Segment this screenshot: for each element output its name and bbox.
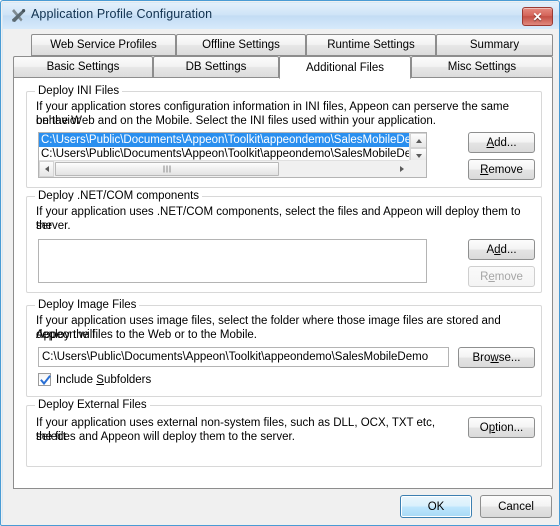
group-title-deploy-net-com: Deploy .NET/COM components	[35, 190, 203, 202]
tab-runtime-settings[interactable]: Runtime Settings	[306, 34, 436, 56]
image-browse-pre: Bro	[472, 351, 491, 364]
dialog-window: Application Profile Configuration ✕ Web …	[0, 0, 560, 526]
tab-strip: Web Service Profiles Offline Settings Ru…	[13, 34, 553, 79]
net-com-list	[39, 240, 426, 282]
scroll-right-button[interactable]	[394, 161, 409, 177]
chevron-left-icon	[44, 166, 49, 172]
tab-db-settings[interactable]: DB Settings	[153, 56, 279, 78]
ini-files-list: C:\Users\Public\Documents\Appeon\Toolkit…	[39, 133, 409, 160]
image-folder-input[interactable]: C:\Users\Public\Documents\Appeon\Toolkit…	[38, 347, 449, 367]
tab-label: Additional Files	[306, 61, 384, 74]
option-rest: tion...	[495, 421, 524, 434]
tools-icon	[10, 8, 27, 25]
chevron-up-icon	[415, 138, 422, 143]
net-remove-label: Remove	[480, 271, 523, 283]
group-title-deploy-external-files: Deploy External Files	[35, 399, 150, 411]
close-button[interactable]: ✕	[522, 7, 553, 26]
tab-summary[interactable]: Summary	[436, 34, 553, 56]
ini-listbox-vertical-scrollbar[interactable]	[409, 133, 426, 163]
horizontal-scroll-thumb[interactable]	[55, 162, 279, 176]
net-com-listbox[interactable]	[38, 239, 427, 283]
tab-label: Offline Settings	[202, 39, 280, 51]
group-title-deploy-image-files: Deploy Image Files	[35, 299, 140, 311]
tab-label: Web Service Profiles	[50, 39, 157, 51]
image-description-line2: deploy the files to the Web or to the Mo…	[36, 329, 257, 341]
include-subfolders-label: Include Subfolders	[56, 374, 151, 386]
tab-label: Misc Settings	[447, 61, 517, 73]
tab-web-service-profiles[interactable]: Web Service Profiles	[31, 34, 176, 56]
scrollbar-corner	[409, 160, 426, 177]
ini-listbox-horizontal-scrollbar[interactable]	[39, 160, 409, 177]
check-pre: Include	[56, 373, 97, 386]
ini-add-label: Add...	[486, 137, 516, 149]
option-pre: O	[479, 421, 489, 434]
check-mnemonic: S	[96, 373, 104, 386]
list-item[interactable]: C:\Users\Public\Documents\Appeon\Toolkit…	[39, 147, 409, 160]
net-description-line2: server.	[36, 220, 71, 232]
checkmark-icon	[40, 375, 51, 386]
group-deploy-net-com: Deploy .NET/COM components If your appli…	[26, 190, 542, 293]
window-title: Application Profile Configuration	[31, 7, 213, 21]
tab-page-additional-files: Deploy INI Files If your application sto…	[13, 77, 553, 489]
ini-add-button[interactable]: Add...	[468, 132, 535, 153]
image-folder-value: C:\Users\Public\Documents\Appeon\Toolkit…	[42, 351, 429, 363]
client-area: Web Service Profiles Offline Settings Ru…	[3, 29, 559, 525]
chevron-down-icon	[415, 153, 422, 158]
external-description-line2: the files and Appeon will deploy them to…	[36, 431, 295, 443]
image-browse-label: Browse...	[473, 352, 521, 364]
cancel-button[interactable]: Cancel	[480, 495, 552, 518]
group-deploy-ini-files: Deploy INI Files If your application sto…	[26, 85, 542, 188]
checkbox-box[interactable]	[38, 373, 51, 386]
scroll-grip-icon	[163, 165, 171, 173]
group-deploy-image-files: Deploy Image Files If your application u…	[26, 299, 542, 397]
external-option-button[interactable]: Option...	[468, 417, 535, 438]
list-item[interactable]: C:\Users\Public\Documents\Appeon\Toolkit…	[39, 133, 409, 147]
ini-remove-label: Remove	[480, 164, 523, 176]
ini-add-rest: dd...	[494, 136, 517, 149]
ok-button[interactable]: OK	[400, 495, 472, 518]
check-rest: ubfolders	[103, 373, 152, 386]
ini-description-line2: on the Web and on the Mobile. Select the…	[36, 115, 436, 127]
tab-label: Basic Settings	[46, 61, 120, 73]
net-remove-button: Remove	[468, 266, 535, 287]
ini-remove-button[interactable]: Remove	[468, 159, 535, 180]
close-icon: ✕	[532, 9, 543, 24]
net-add-label: Add...	[486, 244, 516, 256]
tab-offline-settings[interactable]: Offline Settings	[176, 34, 306, 56]
cancel-label: Cancel	[498, 500, 534, 513]
image-browse-button[interactable]: Browse...	[458, 347, 535, 368]
scroll-up-button[interactable]	[410, 133, 426, 148]
tab-basic-settings[interactable]: Basic Settings	[13, 56, 153, 78]
net-remove-rest: move	[494, 270, 523, 283]
tab-label: Summary	[469, 39, 520, 51]
image-browse-mnemonic: w	[490, 351, 499, 364]
external-option-label: Option...	[480, 422, 524, 434]
image-browse-rest: se...	[498, 351, 521, 364]
tab-label: Runtime Settings	[327, 39, 415, 51]
ini-remove-rest: emove	[488, 163, 523, 176]
net-add-pre: A	[486, 243, 495, 256]
net-add-rest: d...	[500, 243, 517, 256]
include-subfolders-checkbox[interactable]: Include Subfolders	[38, 373, 151, 386]
ini-files-listbox[interactable]: C:\Users\Public\Documents\Appeon\Toolkit…	[38, 132, 427, 178]
scroll-left-button[interactable]	[39, 161, 54, 177]
group-title-deploy-ini-files: Deploy INI Files	[35, 85, 123, 97]
net-add-button[interactable]: Add...	[468, 239, 535, 260]
tab-additional-files[interactable]: Additional Files	[279, 56, 411, 79]
ok-label: OK	[427, 500, 445, 513]
group-deploy-external-files: Deploy External Files If your applicatio…	[26, 399, 542, 467]
tab-label: DB Settings	[185, 61, 247, 73]
chevron-right-icon	[399, 166, 404, 172]
ini-add-mnemonic: A	[486, 136, 495, 149]
tab-misc-settings[interactable]: Misc Settings	[411, 56, 553, 78]
title-bar[interactable]: Application Profile Configuration ✕	[3, 3, 559, 29]
